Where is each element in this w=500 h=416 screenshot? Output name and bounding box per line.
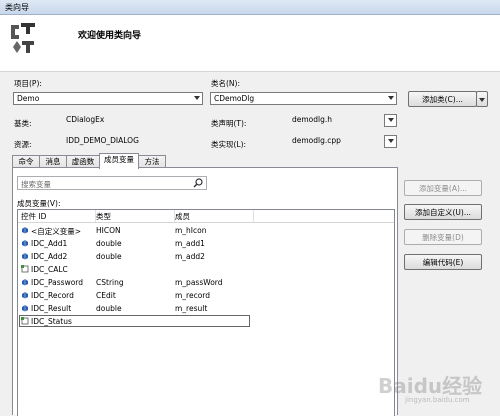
- control-id-cell: IDC_Status: [31, 317, 72, 326]
- control-id-cell: IDC_Add1: [31, 239, 68, 248]
- type-cell: CEdit: [96, 291, 116, 300]
- edit-code-label: 编辑代码(E): [422, 258, 464, 267]
- project-label: 项目(P):: [14, 79, 42, 88]
- declaration-label: 类声明(T):: [211, 119, 247, 128]
- member-cell: m_passWord: [175, 278, 223, 287]
- type-cell: CString: [96, 278, 124, 287]
- variable-icon: [22, 253, 28, 260]
- baidu-watermark: Baidu经验: [378, 374, 483, 398]
- project-value: Demo: [17, 94, 40, 103]
- resource-field: IDD_DEMO_DIALOG: [62, 135, 202, 148]
- list-header: 控件 ID 类型 成员: [18, 210, 394, 223]
- table-row[interactable]: IDC_Add1 double m_add1: [18, 237, 394, 250]
- welcome-heading: 欢迎使用类向导: [78, 31, 142, 41]
- member-cell: m_result: [175, 304, 208, 313]
- search-icon[interactable]: [193, 178, 203, 188]
- control-id-cell: IDC_Password: [31, 278, 84, 287]
- add-custom-label: 添加自定义(U)...: [415, 208, 471, 217]
- table-row[interactable]: IDC_Record CEdit m_record: [18, 289, 394, 302]
- chevron-down-icon: [388, 118, 394, 122]
- chevron-down-icon: [194, 96, 200, 100]
- search-placeholder: 搜索变量: [21, 180, 51, 189]
- control-id-cell: IDC_Record: [31, 291, 74, 300]
- column-header-member[interactable]: 成员: [175, 211, 190, 222]
- add-class-label: 添加类(C)...: [422, 95, 463, 104]
- member-variable-list[interactable]: 控件 ID 类型 成员 <自定义变量> HICON m_hIcon IDC_Add1 d…: [17, 209, 395, 416]
- variable-icon: [22, 292, 28, 299]
- add-variable-label: 添加变量(A)...: [418, 184, 468, 193]
- tab-member-variables[interactable]: 成员变量: [99, 153, 139, 169]
- declaration-value: demodlg.h: [292, 115, 333, 124]
- classname-combo[interactable]: CDemoDlg: [210, 92, 397, 105]
- wizard-header: 欢迎使用类向导: [0, 15, 500, 72]
- implementation-value: demodlg.cpp: [292, 136, 341, 145]
- implementation-field: demodlg.cpp: [288, 135, 386, 148]
- control-id-cell: IDC_Add2: [31, 252, 68, 261]
- base-class-label: 基类:: [14, 119, 32, 128]
- table-row[interactable]: <自定义变量> HICON m_hIcon: [18, 224, 394, 237]
- resource-value: IDD_DEMO_DIALOG: [66, 136, 139, 145]
- base-class-value: CDialogEx: [66, 115, 105, 124]
- baidu-watermark-url: jingyan.baidu.com: [405, 396, 470, 404]
- column-header-control-id[interactable]: 控件 ID: [21, 211, 46, 222]
- table-row[interactable]: IDC_Result double m_result: [18, 302, 394, 315]
- add-variable-button[interactable]: 添加变量(A)...: [404, 180, 482, 196]
- member-cell: m_add2: [175, 252, 205, 261]
- column-header-type[interactable]: 类型: [96, 211, 111, 222]
- table-row[interactable]: IDC_Add2 double m_add2: [18, 250, 394, 263]
- title-bar: 类向导: [0, 0, 500, 15]
- class-wizard-logo-icon: [11, 23, 35, 53]
- member-variables-panel: 搜索变量 成员变量(V): 控件 ID 类型 成员 <自定义变量> HICON m_…: [12, 167, 398, 416]
- control-icon: [21, 265, 29, 273]
- variable-icon: [22, 227, 28, 234]
- project-combo[interactable]: Demo: [13, 92, 203, 105]
- table-row[interactable]: IDC_Status: [18, 315, 394, 328]
- window-title: 类向导: [5, 3, 29, 12]
- delete-variable-button[interactable]: 删除变量(D): [404, 229, 482, 245]
- resource-label: 资源:: [14, 140, 32, 149]
- base-class-field: CDialogEx: [62, 114, 202, 127]
- add-class-button[interactable]: 添加类(C)...: [408, 91, 477, 107]
- control-id-cell: IDC_CALC: [31, 265, 68, 274]
- table-row[interactable]: IDC_CALC: [18, 263, 394, 276]
- table-row[interactable]: IDC_Password CString m_passWord: [18, 276, 394, 289]
- member-list-label: 成员变量(V):: [17, 199, 61, 208]
- member-cell: m_record: [175, 291, 211, 300]
- type-cell: double: [96, 239, 122, 248]
- control-id-cell: <自定义变量>: [31, 227, 82, 236]
- implementation-label: 类实现(L):: [211, 140, 247, 149]
- add-class-dropdown-button[interactable]: [476, 91, 488, 107]
- control-id-cell: IDC_Result: [31, 304, 72, 313]
- control-icon: [21, 317, 29, 325]
- chevron-down-icon: [479, 98, 485, 102]
- add-custom-button[interactable]: 添加自定义(U)...: [404, 204, 482, 220]
- member-cell: m_hIcon: [175, 226, 207, 235]
- declaration-field: demodlg.h: [288, 114, 386, 127]
- type-cell: HICON: [96, 226, 121, 235]
- column-divider[interactable]: [253, 210, 254, 222]
- classname-label: 类名(N):: [211, 79, 240, 88]
- type-cell: double: [96, 304, 122, 313]
- delete-variable-label: 删除变量(D): [422, 233, 464, 242]
- search-input[interactable]: 搜索变量: [17, 176, 207, 190]
- variable-icon: [22, 240, 28, 247]
- chevron-down-icon: [388, 139, 394, 143]
- declaration-dropdown[interactable]: [384, 114, 397, 127]
- member-cell: m_add1: [175, 239, 205, 248]
- type-cell: double: [96, 252, 122, 261]
- variable-icon: [22, 305, 28, 312]
- chevron-down-icon: [388, 96, 394, 100]
- classname-value: CDemoDlg: [214, 94, 255, 103]
- edit-code-button[interactable]: 编辑代码(E): [404, 254, 482, 270]
- variable-icon: [22, 279, 28, 286]
- implementation-dropdown[interactable]: [384, 135, 397, 148]
